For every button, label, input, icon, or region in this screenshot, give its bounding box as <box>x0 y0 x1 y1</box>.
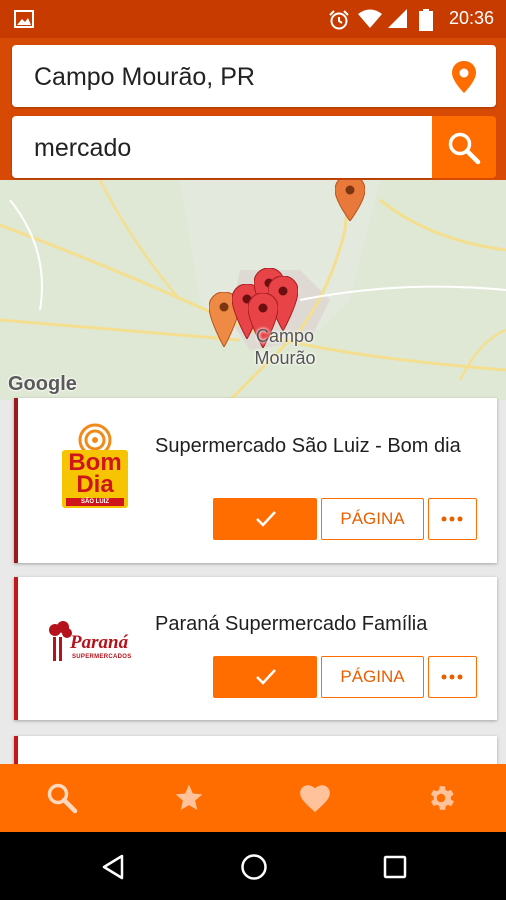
map-city-label: Campo Mourão <box>240 325 330 369</box>
recents-icon[interactable] <box>383 855 407 879</box>
nav-favorites[interactable] <box>126 764 252 832</box>
gear-icon <box>430 786 454 810</box>
star-icon <box>175 784 203 810</box>
store-logo-parana: Paraná SUPERMERCADOS <box>48 621 143 666</box>
location-field[interactable]: Campo Mourão, PR <box>12 45 496 107</box>
map-city-label-line2: Mourão <box>254 348 316 368</box>
map-city-label-line1: Campo <box>255 326 315 346</box>
search-input[interactable]: mercado <box>12 116 432 178</box>
store-logo-bom-dia: Bom Dia SÃO LUIZ <box>60 422 130 510</box>
map-marker-orange[interactable] <box>335 180 365 221</box>
location-value: Campo Mourão, PR <box>34 63 255 91</box>
check-in-button[interactable] <box>213 498 317 540</box>
more-options-button[interactable] <box>428 498 477 540</box>
search-button[interactable] <box>432 116 496 178</box>
more-dots-icon <box>441 516 463 522</box>
more-options-button[interactable] <box>428 656 477 698</box>
result-card[interactable]: Bom Dia SÃO LUIZ Supermercado São Luiz -… <box>14 398 497 563</box>
status-time: 20:36 <box>448 8 494 28</box>
page-button[interactable]: PÁGINA <box>321 498 424 540</box>
location-pin-icon[interactable] <box>452 61 476 93</box>
search-query-value: mercado <box>34 134 132 162</box>
heart-icon <box>300 785 330 813</box>
alarm-icon <box>329 10 349 30</box>
result-card[interactable]: Paraná SUPERMERCADOS Paraná Supermercado… <box>14 577 497 720</box>
page-button[interactable]: PÁGINA <box>321 656 424 698</box>
map-view[interactable]: Campo Mourão Google <box>0 180 506 400</box>
nav-search[interactable] <box>0 764 126 832</box>
status-bar: 20:36 <box>0 0 506 38</box>
system-navigation-bar <box>0 832 506 900</box>
parana-logo-word: Paraná <box>70 632 129 653</box>
store-name: Paraná Supermercado Família <box>155 613 428 635</box>
search-icon <box>448 132 481 165</box>
store-name: Supermercado São Luiz - Bom dia <box>155 435 461 457</box>
bottom-navigation <box>0 764 506 832</box>
wifi-icon <box>358 9 382 28</box>
check-in-button[interactable] <box>213 656 317 698</box>
search-icon <box>47 783 78 814</box>
parana-logo-caption: SUPERMERCADOS <box>72 654 132 660</box>
nav-liked[interactable] <box>252 764 378 832</box>
signal-icon <box>388 9 407 28</box>
home-icon[interactable] <box>240 853 268 881</box>
google-attribution: Google <box>8 373 77 395</box>
check-icon <box>256 511 276 527</box>
more-dots-icon <box>441 674 463 680</box>
check-icon <box>256 669 276 685</box>
bom-dia-logo-word2: Dia <box>76 471 114 498</box>
back-icon[interactable] <box>101 854 125 880</box>
nav-settings[interactable] <box>378 764 504 832</box>
image-notification-icon <box>14 10 34 28</box>
battery-icon <box>419 9 433 31</box>
bom-dia-logo-caption: SÃO LUIZ <box>81 499 109 505</box>
parana-logo-mark <box>49 621 72 661</box>
